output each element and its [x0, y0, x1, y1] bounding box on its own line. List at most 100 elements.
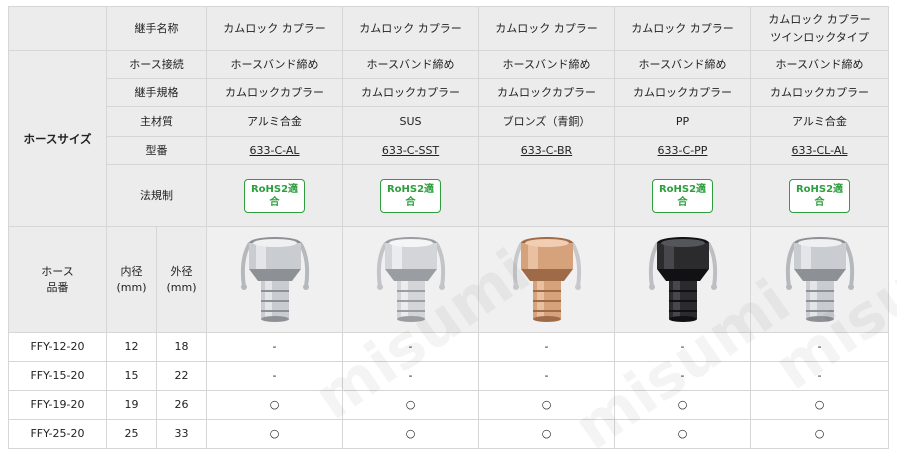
availability-mark: - [408, 369, 413, 382]
spec-cell-standard: カムロックカプラー [342, 78, 479, 107]
availability-mark: ○ [541, 398, 552, 411]
part-number: FFY-12-20 [30, 340, 85, 353]
availability-mark: ○ [405, 398, 416, 411]
spec-cell-model: 633-C-AL [206, 136, 343, 165]
availability-cell: - [478, 361, 615, 391]
availability-mark: - [544, 369, 549, 382]
availability-cell: ○ [614, 419, 751, 449]
spec-cell-standard: カムロックカプラー [614, 78, 751, 107]
availability-cell: ○ [478, 419, 615, 449]
spec-cell-name: カムロック カプラー [614, 6, 751, 51]
inner-diameter-cell: 15 [106, 361, 157, 391]
product-image-cell [478, 226, 615, 333]
spec-table: 継手名称 カムロック カプラー カムロック カプラー カムロック カプラー カムロック … [8, 6, 889, 449]
row-label-name: 継手名称 [106, 6, 207, 51]
availability-cell: - [478, 332, 615, 362]
spec-row-regulation: 法規制 RoHS2適 合 RoHS2適 合 RoHS2適 合 RoHS2適 合 [9, 164, 889, 227]
cell-hose_connection: ホースバンド締め [775, 57, 864, 71]
outer-diameter: 33 [174, 427, 189, 440]
availability-mark: - [680, 369, 685, 382]
model-number-link[interactable]: 633-C-BR [521, 144, 572, 157]
spec-row-material: 主材質 アルミ合金 SUS ブロンズ（青銅） PP アルミ合金 [9, 106, 889, 137]
model-number-link[interactable]: 633-CL-AL [792, 144, 848, 157]
cell-name: カムロック カプラー [223, 21, 326, 35]
cell-name: カムロック カプラー ツインロックタイプ [768, 12, 871, 44]
model-number-link[interactable]: 633-C-AL [249, 144, 299, 157]
part-number-cell: FFY-15-20 [8, 361, 107, 391]
spec-cell-standard: カムロックカプラー [750, 78, 889, 107]
image-row: ホース 品番 内径 (mm) 外径 (mm) [8, 226, 889, 333]
spec-cell-hose_connection: ホースバンド締め [750, 50, 889, 79]
spec-cell-regulation: RoHS2適 合 [750, 164, 889, 227]
outer-diameter-cell: 33 [156, 419, 207, 449]
product-image-cell [342, 226, 479, 333]
availability-cell: ○ [478, 390, 615, 420]
spec-cell-hose_connection: ホースバンド締め [614, 50, 751, 79]
spec-row-hose_connection: ホースサイズ ホース接続 ホースバンド締め ホースバンド締め ホースバンド締め ホースバン… [8, 50, 889, 227]
spec-cell-material: アルミ合金 [206, 106, 343, 137]
coupler-product-image [240, 237, 309, 322]
availability-cell: - [750, 332, 889, 362]
table-row: FFY-25-20 25 33 ○ ○ ○ ○ ○ [8, 419, 889, 449]
availability-mark: ○ [405, 427, 416, 440]
row-label-standard: 継手規格 [106, 78, 207, 107]
part-number: FFY-25-20 [30, 427, 85, 440]
cell-standard: カムロックカプラー [633, 85, 732, 99]
outer-diameter-cell: 26 [156, 390, 207, 420]
cell-name: カムロック カプラー [495, 21, 598, 35]
availability-cell: ○ [206, 390, 343, 420]
row-label-regulation: 法規制 [106, 164, 207, 227]
row-label-text: 法規制 [140, 188, 173, 202]
availability-cell: ○ [750, 390, 889, 420]
inner-diameter-cell: 19 [106, 390, 157, 420]
row-label-text: ホース接続 [129, 57, 184, 71]
cell-standard: カムロックカプラー [497, 85, 596, 99]
spec-cell-regulation [478, 164, 615, 227]
availability-mark: - [272, 369, 277, 382]
hose-size-header: ホースサイズ [8, 50, 107, 227]
inner-diameter: 19 [124, 398, 139, 411]
inner-diameter: 25 [124, 427, 139, 440]
part-number: FFY-19-20 [30, 398, 85, 411]
availability-cell: - [614, 332, 751, 362]
cell-name: カムロック カプラー [359, 21, 462, 35]
spec-cell-hose_connection: ホースバンド締め [206, 50, 343, 79]
spec-cell-material: PP [614, 106, 751, 137]
coupler-product-image [376, 237, 445, 322]
inner-label: 内径 (mm) [116, 264, 147, 294]
table-row: FFY-12-20 12 18 - - - - - [8, 332, 889, 362]
cell-name: カムロック カプラー [631, 21, 734, 35]
rohs-badge: RoHS2適 合 [651, 178, 714, 213]
spec-cell-name: カムロック カプラー [206, 6, 343, 51]
cell-material: ブロンズ（青銅） [502, 114, 591, 128]
spec-row-model: 型番 633-C-AL 633-C-SST 633-C-BR 633-C-PP 633-C… [9, 136, 889, 165]
availability-mark: - [272, 340, 277, 353]
outer-diameter: 18 [174, 340, 189, 353]
model-number-link[interactable]: 633-C-SST [382, 144, 439, 157]
cell-material: アルミ合金 [792, 114, 847, 128]
availability-cell: ○ [342, 419, 479, 449]
availability-cell: - [342, 332, 479, 362]
spec-cell-name: カムロック カプラー [478, 6, 615, 51]
part-number-cell: FFY-25-20 [8, 419, 107, 449]
blank-corner [8, 6, 107, 51]
availability-mark: ○ [814, 398, 825, 411]
availability-mark: - [817, 369, 822, 382]
product-image-cell [750, 226, 889, 333]
inner-diameter-header: 内径 (mm) [106, 226, 157, 333]
spec-cell-standard: カムロックカプラー [206, 78, 343, 107]
spec-row-name: 継手名称 カムロック カプラー カムロック カプラー カムロック カプラー カムロック … [8, 6, 889, 51]
availability-mark: ○ [269, 398, 280, 411]
cell-standard: カムロックカプラー [770, 85, 869, 99]
inner-diameter: 12 [124, 340, 139, 353]
spec-cell-material: ブロンズ（青銅） [478, 106, 615, 137]
cell-material: PP [675, 114, 690, 128]
spec-cell-hose_connection: ホースバンド締め [342, 50, 479, 79]
row-label-text: 継手名称 [134, 21, 179, 35]
model-number-link[interactable]: 633-C-PP [658, 144, 708, 157]
row-label-model: 型番 [106, 136, 207, 165]
cell-standard: カムロックカプラー [361, 85, 460, 99]
inner-diameter: 15 [124, 369, 139, 382]
spec-table-page: 継手名称 カムロック カプラー カムロック カプラー カムロック カプラー カムロック … [0, 0, 897, 472]
spec-cell-standard: カムロックカプラー [478, 78, 615, 107]
